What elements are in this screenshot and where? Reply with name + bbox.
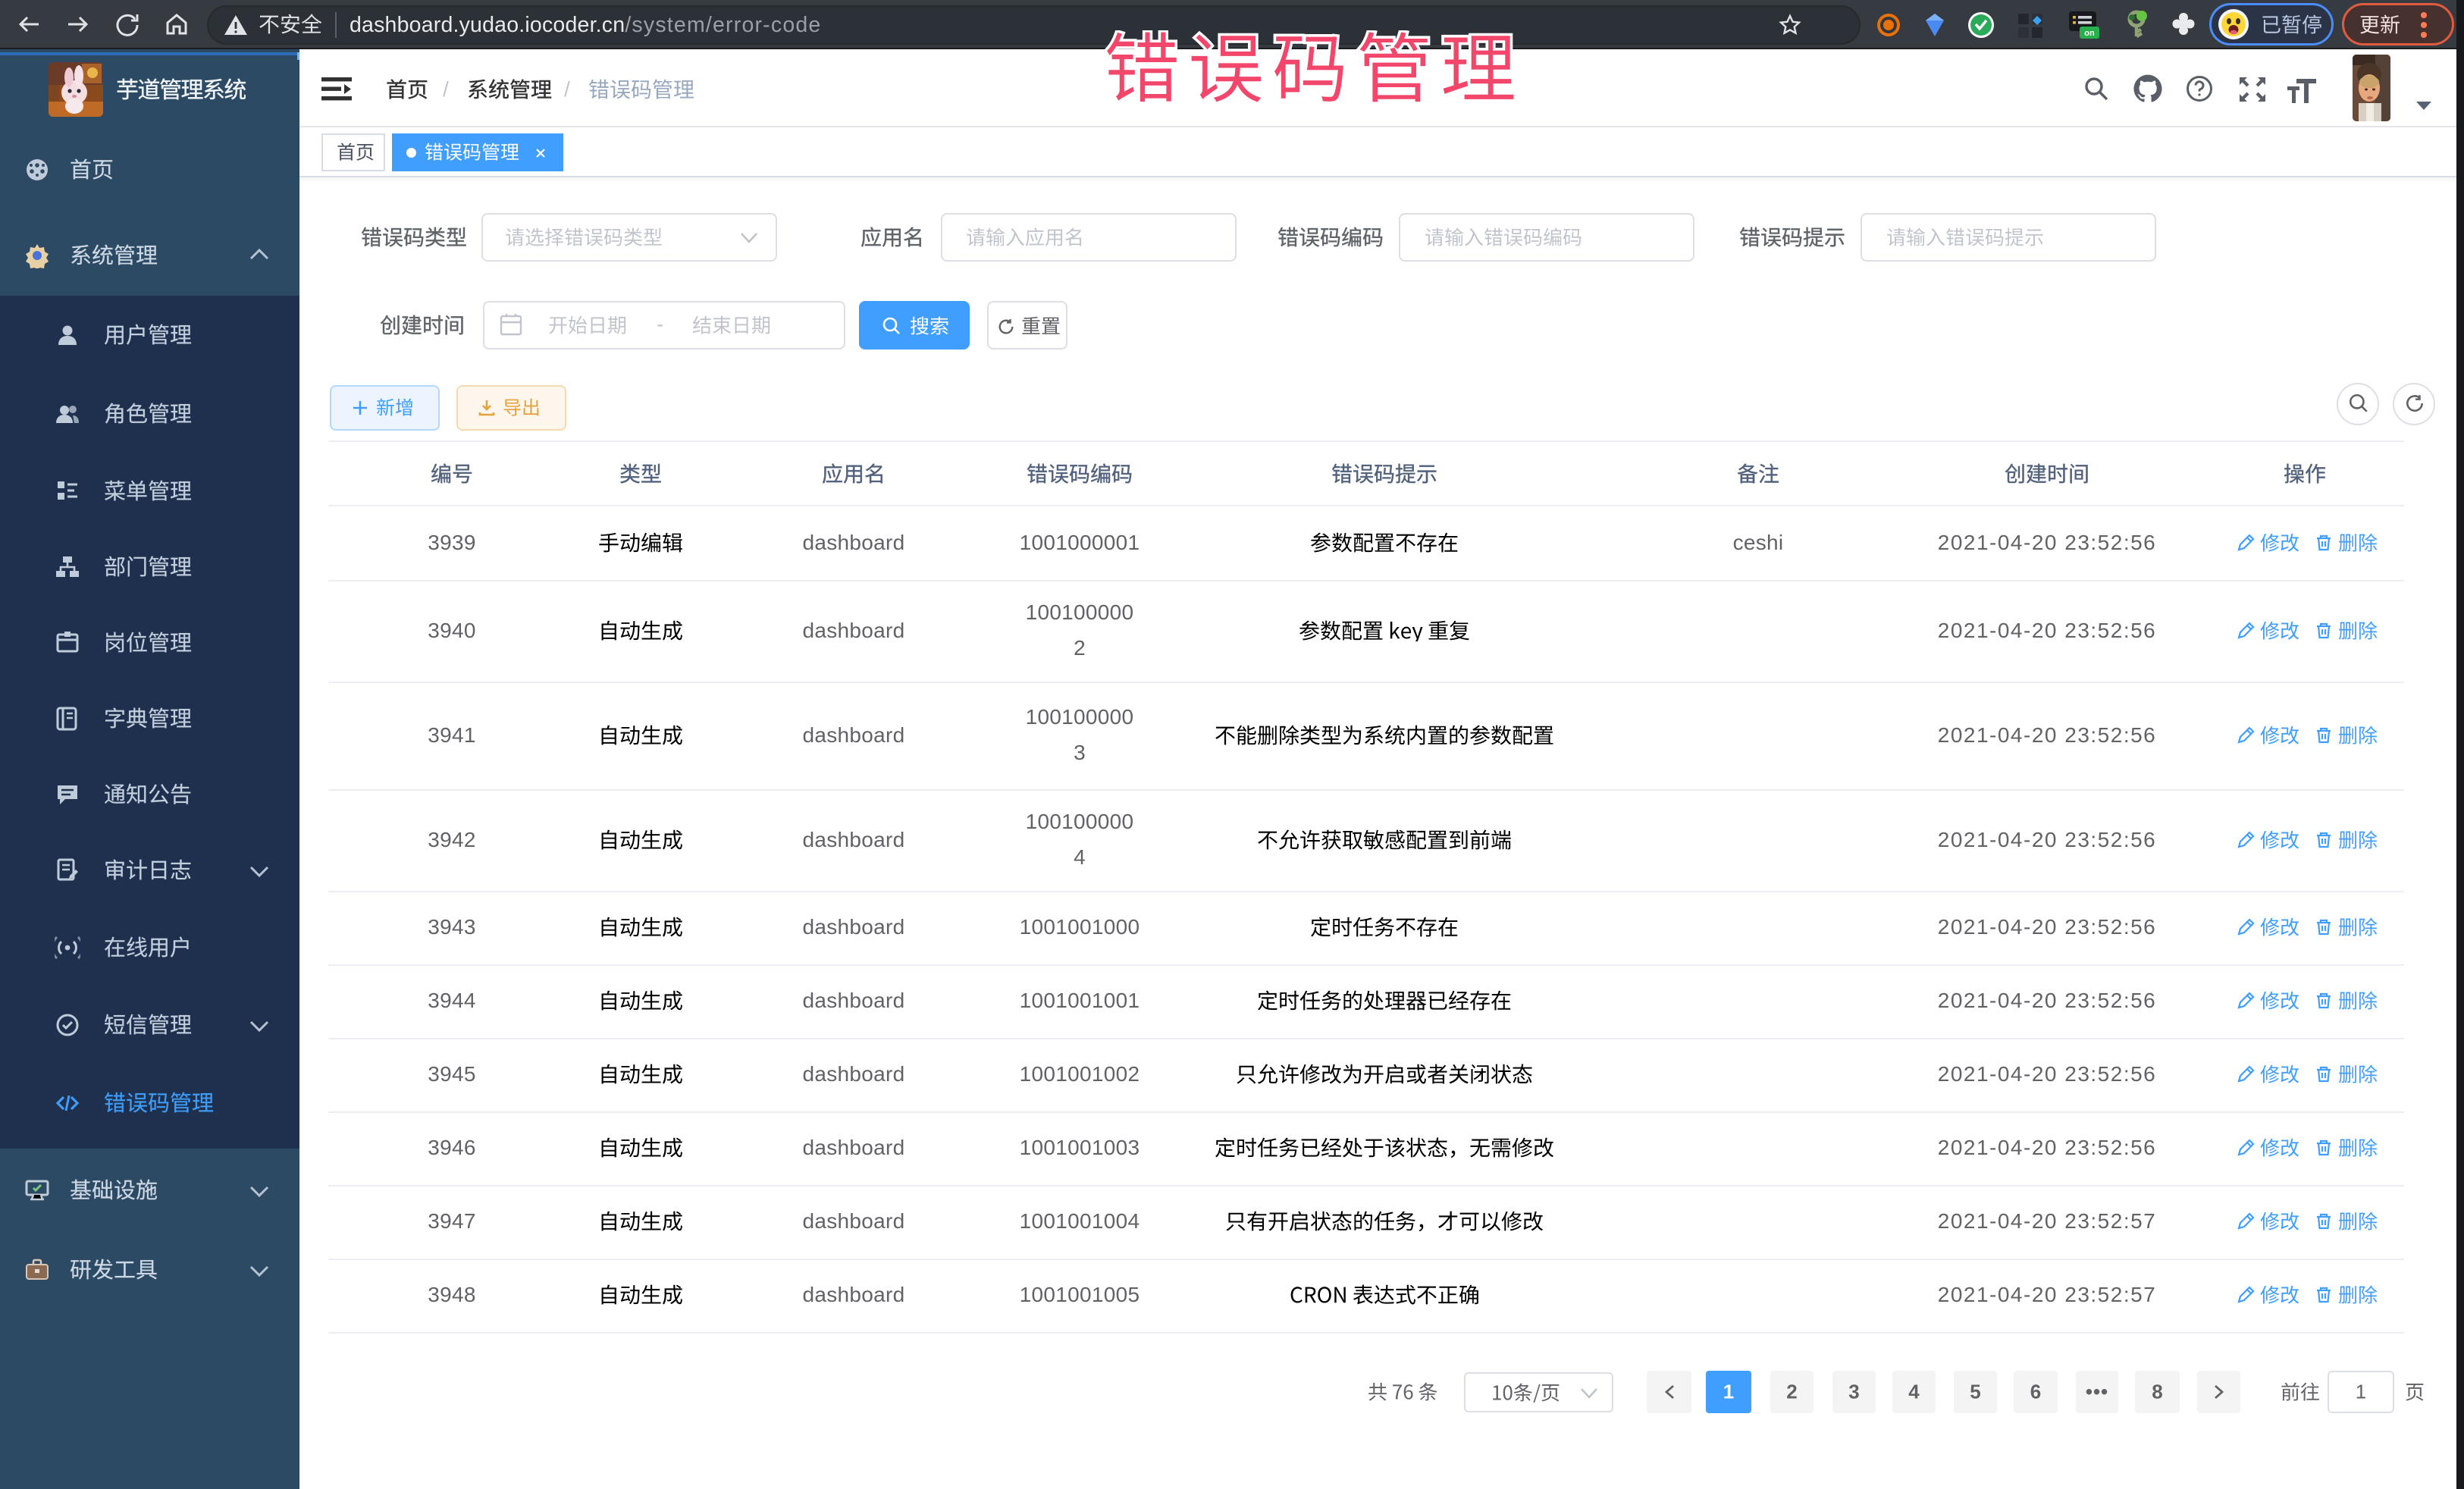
svg-text:on: on <box>2084 29 2095 38</box>
